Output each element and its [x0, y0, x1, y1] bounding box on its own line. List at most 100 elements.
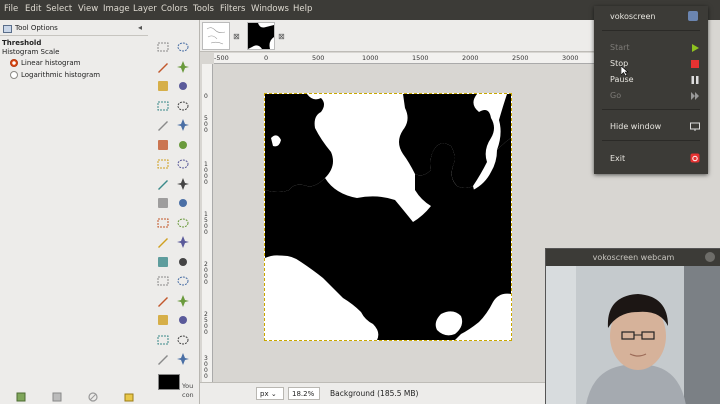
- linear-histogram-label: Linear histogram: [21, 59, 81, 67]
- menu-layer[interactable]: Layer: [133, 4, 157, 14]
- menu-windows[interactable]: Windows: [251, 4, 289, 14]
- v-ruler-label: 3000: [204, 355, 208, 380]
- paintbrush-tool-icon[interactable]: [156, 274, 170, 288]
- webcam-title: vokoscreen webcam: [546, 249, 720, 266]
- ellipse-select-tool-icon[interactable]: [176, 40, 190, 54]
- image-thumbnail-2: [248, 23, 274, 49]
- menu-separator: [602, 140, 700, 141]
- foreground-color-swatch[interactable]: [158, 374, 180, 390]
- histogram-scale-label: Histogram Scale: [2, 48, 60, 56]
- eraser-tool-icon[interactable]: [176, 274, 190, 288]
- align-tool-icon[interactable]: [156, 157, 170, 171]
- fuzzy-select-tool-icon[interactable]: [176, 60, 190, 74]
- close-icon[interactable]: [705, 252, 715, 262]
- measure-tool-icon[interactable]: [156, 138, 170, 152]
- menu-select[interactable]: Select: [46, 4, 72, 14]
- bucket-fill-tool-icon[interactable]: [176, 235, 190, 249]
- rect-select-tool-icon[interactable]: [156, 40, 170, 54]
- webcam-person-image: [546, 266, 720, 404]
- linear-histogram-radio[interactable]: [10, 59, 18, 67]
- partial-text: You con: [182, 382, 194, 399]
- rotate-tool-icon[interactable]: [156, 177, 170, 191]
- clone-tool-icon[interactable]: [156, 313, 170, 327]
- go-menu-item[interactable]: Go: [610, 91, 621, 100]
- zoom-value: 18.2%: [292, 390, 315, 398]
- h-ruler-label: 2500: [512, 54, 529, 62]
- delete-options-icon[interactable]: [88, 392, 98, 402]
- canvas-area[interactable]: [214, 65, 598, 382]
- pencil-tool-icon[interactable]: [176, 255, 190, 269]
- layer-info: Background (185.5 MB): [330, 389, 419, 398]
- menu-separator: [602, 109, 700, 110]
- image-tab-2[interactable]: [247, 22, 275, 50]
- shear-tool-icon[interactable]: [156, 196, 170, 210]
- smudge-tool-icon[interactable]: [156, 352, 170, 366]
- ink-tool-icon[interactable]: [176, 294, 190, 308]
- zoom-select[interactable]: 18.2%: [288, 387, 320, 400]
- menu-tools[interactable]: Tools: [193, 4, 214, 14]
- vokoscreen-menu: vokoscreen Start Stop Pause Go Hide wind…: [594, 6, 708, 174]
- pause-menu-item[interactable]: Pause: [610, 75, 634, 84]
- left-dock: Tool Options ◂ Threshold Histogram Scale…: [0, 20, 200, 404]
- unit-select[interactable]: px ⌄: [256, 387, 284, 400]
- close-tab-1-icon[interactable]: ⊠: [233, 32, 240, 41]
- restore-options-icon[interactable]: [52, 392, 62, 402]
- threshold-image: [265, 94, 511, 340]
- menu-image[interactable]: Image: [103, 4, 130, 14]
- hide-window-menu-item[interactable]: Hide window: [610, 122, 661, 131]
- scissors-select-tool-icon[interactable]: [176, 79, 190, 93]
- monitor-icon: [690, 122, 700, 131]
- perspective-tool-icon[interactable]: [176, 196, 190, 210]
- zoom-tool-icon[interactable]: [176, 118, 190, 132]
- blur-tool-icon[interactable]: [176, 333, 190, 347]
- menu-edit[interactable]: Edit: [25, 4, 41, 14]
- close-tab-2-icon[interactable]: ⊠: [278, 32, 285, 41]
- webcam-feed: [546, 266, 720, 404]
- dock-bottom-bar: [0, 392, 150, 404]
- image-canvas[interactable]: [264, 93, 512, 341]
- tool-title: Threshold: [2, 39, 42, 47]
- h-ruler-label: 500: [312, 54, 325, 62]
- color-picker-tool-icon[interactable]: [156, 118, 170, 132]
- perspective-clone-tool-icon[interactable]: [156, 333, 170, 347]
- save-options-icon[interactable]: [16, 392, 26, 402]
- cage-tool-icon[interactable]: [176, 216, 190, 230]
- dodge-burn-tool-icon[interactable]: [176, 352, 190, 366]
- start-menu-item[interactable]: Start: [610, 43, 630, 52]
- exit-menu-item[interactable]: Exit: [610, 154, 625, 163]
- image-tabs: ⊠ ⊠: [200, 20, 600, 52]
- v-ruler-label: 2000: [204, 261, 208, 286]
- pause-icon: [691, 76, 699, 84]
- heal-tool-icon[interactable]: [176, 313, 190, 327]
- image-tab-1[interactable]: [202, 22, 230, 50]
- tool-options-tab-label: Tool Options: [15, 24, 58, 32]
- scale-tool-icon[interactable]: [176, 177, 190, 191]
- vokoscreen-title: vokoscreen: [610, 12, 656, 21]
- dock-menu-icon[interactable]: ◂: [138, 23, 142, 32]
- tool-options-icon: [3, 25, 12, 33]
- reset-options-icon[interactable]: [124, 392, 134, 402]
- h-ruler-label: 2000: [462, 54, 479, 62]
- foreground-select-tool-icon[interactable]: [156, 99, 170, 113]
- free-select-tool-icon[interactable]: [156, 60, 170, 74]
- menu-file[interactable]: File: [4, 4, 18, 14]
- vokoscreen-tray-icon: [688, 11, 698, 21]
- menu-filters[interactable]: Filters: [220, 4, 245, 14]
- text-tool-icon[interactable]: [156, 235, 170, 249]
- chevron-down-icon: ⌄: [270, 390, 277, 398]
- logarithmic-histogram-radio[interactable]: [10, 71, 18, 79]
- select-by-color-tool-icon[interactable]: [156, 79, 170, 93]
- tool-options-tab[interactable]: Tool Options: [0, 22, 148, 36]
- play-icon: [692, 44, 699, 52]
- paths-tool-icon[interactable]: [176, 99, 190, 113]
- menu-colors[interactable]: Colors: [161, 4, 188, 14]
- flip-tool-icon[interactable]: [156, 216, 170, 230]
- airbrush-tool-icon[interactable]: [156, 294, 170, 308]
- h-ruler-label: 0: [264, 54, 269, 62]
- menu-view[interactable]: View: [78, 4, 98, 14]
- webcam-window[interactable]: vokoscreen webcam: [545, 248, 720, 404]
- move-tool-icon[interactable]: [176, 138, 190, 152]
- crop-tool-icon[interactable]: [176, 157, 190, 171]
- blend-tool-icon[interactable]: [156, 255, 170, 269]
- menu-help[interactable]: Help: [293, 4, 312, 14]
